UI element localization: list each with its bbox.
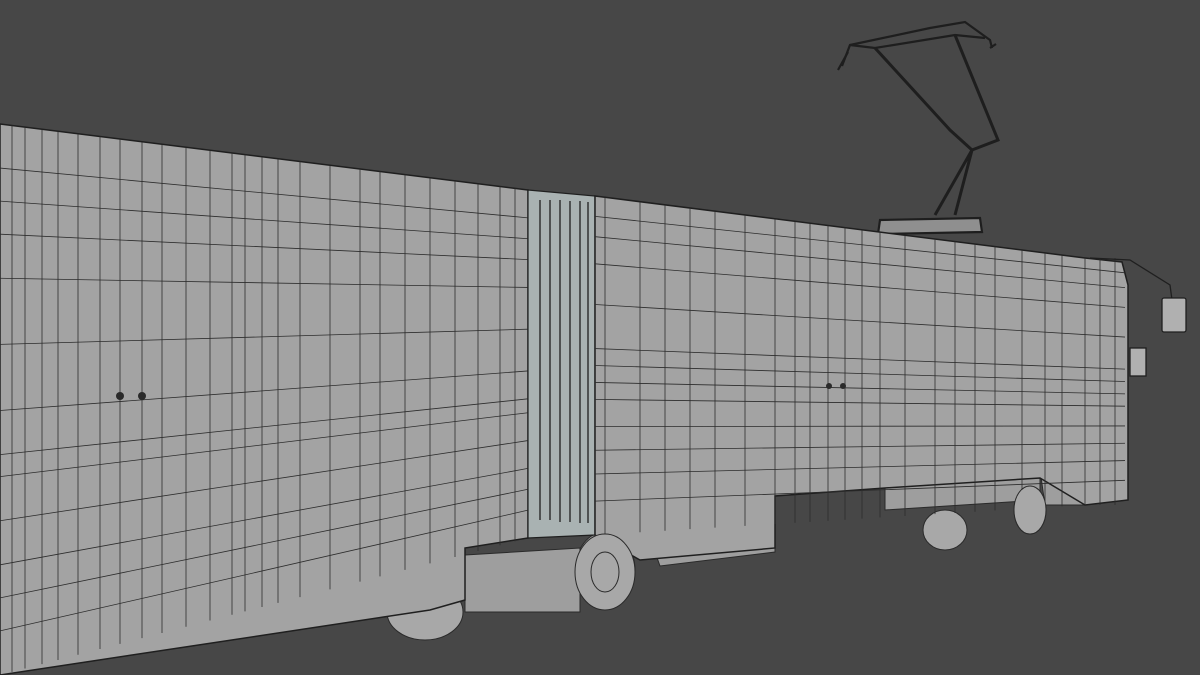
- pantograph: [837, 20, 1000, 236]
- tram-articulation: [527, 189, 596, 539]
- render-viewport: [0, 0, 1200, 675]
- tram-scene: [0, 20, 1187, 675]
- wire-edge: [594, 425, 1126, 427]
- tram-rear-car: [0, 123, 529, 675]
